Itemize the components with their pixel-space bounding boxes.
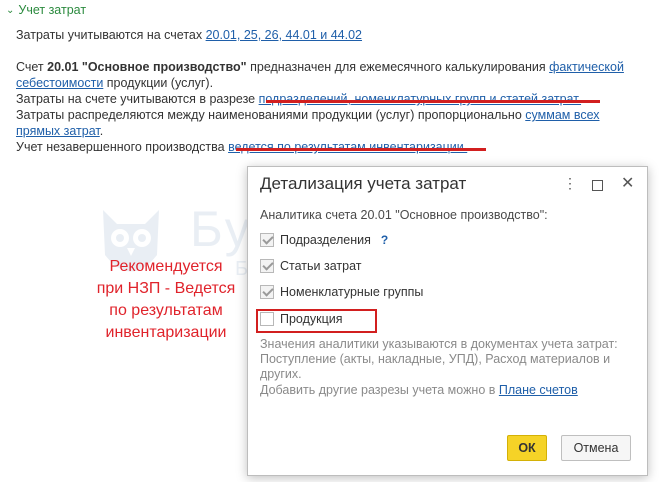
- account-name: 20.01 "Основное производство": [47, 60, 247, 74]
- accounts-line: Затраты учитываются на счетах 20.01, 25,…: [16, 27, 362, 43]
- checkbox-row-departments[interactable]: Подразделения ?: [260, 233, 388, 247]
- analytics-label: Аналитика счета 20.01 "Основное производ…: [260, 208, 548, 222]
- p-l4-pre: Затраты распределяются между наименовани…: [16, 108, 526, 122]
- p-l2-post: продукции (услуг).: [103, 76, 214, 90]
- direct-costs-link-2[interactable]: прямых затрат: [16, 124, 100, 138]
- close-icon[interactable]: ✕: [621, 173, 634, 193]
- actual-cost-link-2[interactable]: себестоимости: [16, 76, 103, 90]
- help-icon[interactable]: ?: [381, 233, 388, 247]
- checkbox-row-cost-items[interactable]: Статьи затрат: [260, 259, 361, 273]
- cost-items-checkbox[interactable]: [260, 259, 274, 273]
- dialog-title: Детализация учета затрат: [260, 174, 467, 193]
- departments-label: Подразделения: [280, 233, 371, 247]
- accounts-link[interactable]: 20.01, 25, 26, 44.01 и 44.02: [206, 28, 362, 42]
- cancel-button[interactable]: Отмена: [561, 435, 631, 461]
- p-l5-post: .: [99, 124, 104, 138]
- add-sections-text: Добавить другие разрезы учета можно в: [260, 383, 499, 397]
- p-l6-pre: Учет незавершенного производства: [16, 140, 229, 154]
- section-header[interactable]: ⌄ Учет затрат: [6, 3, 86, 17]
- recommendation-annotation: Рекомендуется при НЗП - Ведется по резул…: [96, 258, 236, 341]
- ok-button[interactable]: ОК: [507, 435, 547, 461]
- actual-cost-link-1[interactable]: фактической: [549, 60, 624, 74]
- p-l1-pre: Счет: [16, 60, 48, 74]
- direct-costs-link-1[interactable]: суммам всех: [525, 108, 599, 122]
- more-options-icon[interactable]: ⋮: [563, 175, 577, 192]
- accounts-line-text: Затраты учитываются на счетах: [16, 28, 206, 42]
- product-groups-label: Номенклатурные группы: [280, 285, 424, 299]
- wip-method-link[interactable]: ведется по результатам инвентаризации.: [228, 140, 467, 154]
- product-groups-checkbox[interactable]: [260, 285, 274, 299]
- chart-of-accounts-link[interactable]: Плане счетов: [499, 383, 578, 397]
- departments-checkbox[interactable]: [260, 233, 274, 247]
- cost-items-label: Статьи затрат: [280, 259, 362, 273]
- chevron-down-icon[interactable]: ⌄: [6, 5, 14, 16]
- red-underline-wip: [236, 148, 486, 151]
- add-sections-line: Добавить другие разрезы учета можно в Пл…: [260, 383, 578, 397]
- checkbox-row-product-groups[interactable]: Номенклатурные группы: [260, 285, 423, 299]
- red-highlight-box: [256, 309, 377, 333]
- analytics-sections-link[interactable]: подразделений, номенклатурных групп и ст…: [259, 92, 581, 106]
- red-underline-sections: [266, 100, 600, 103]
- maximize-icon[interactable]: [592, 180, 603, 191]
- analytics-info-text: Значения аналитики указываются в докумен…: [260, 337, 618, 381]
- cost-detail-dialog: Детализация учета затрат ⋮ ✕ Аналитика с…: [247, 166, 648, 476]
- p-l1-post: предназначен для ежемесячного калькулиро…: [246, 60, 550, 74]
- section-title[interactable]: Учет затрат: [18, 3, 86, 17]
- description-paragraph: Счет 20.01 "Основное производство" предн…: [16, 59, 656, 155]
- p-l3-pre: Затраты на счете учитываются в разрезе: [16, 92, 259, 106]
